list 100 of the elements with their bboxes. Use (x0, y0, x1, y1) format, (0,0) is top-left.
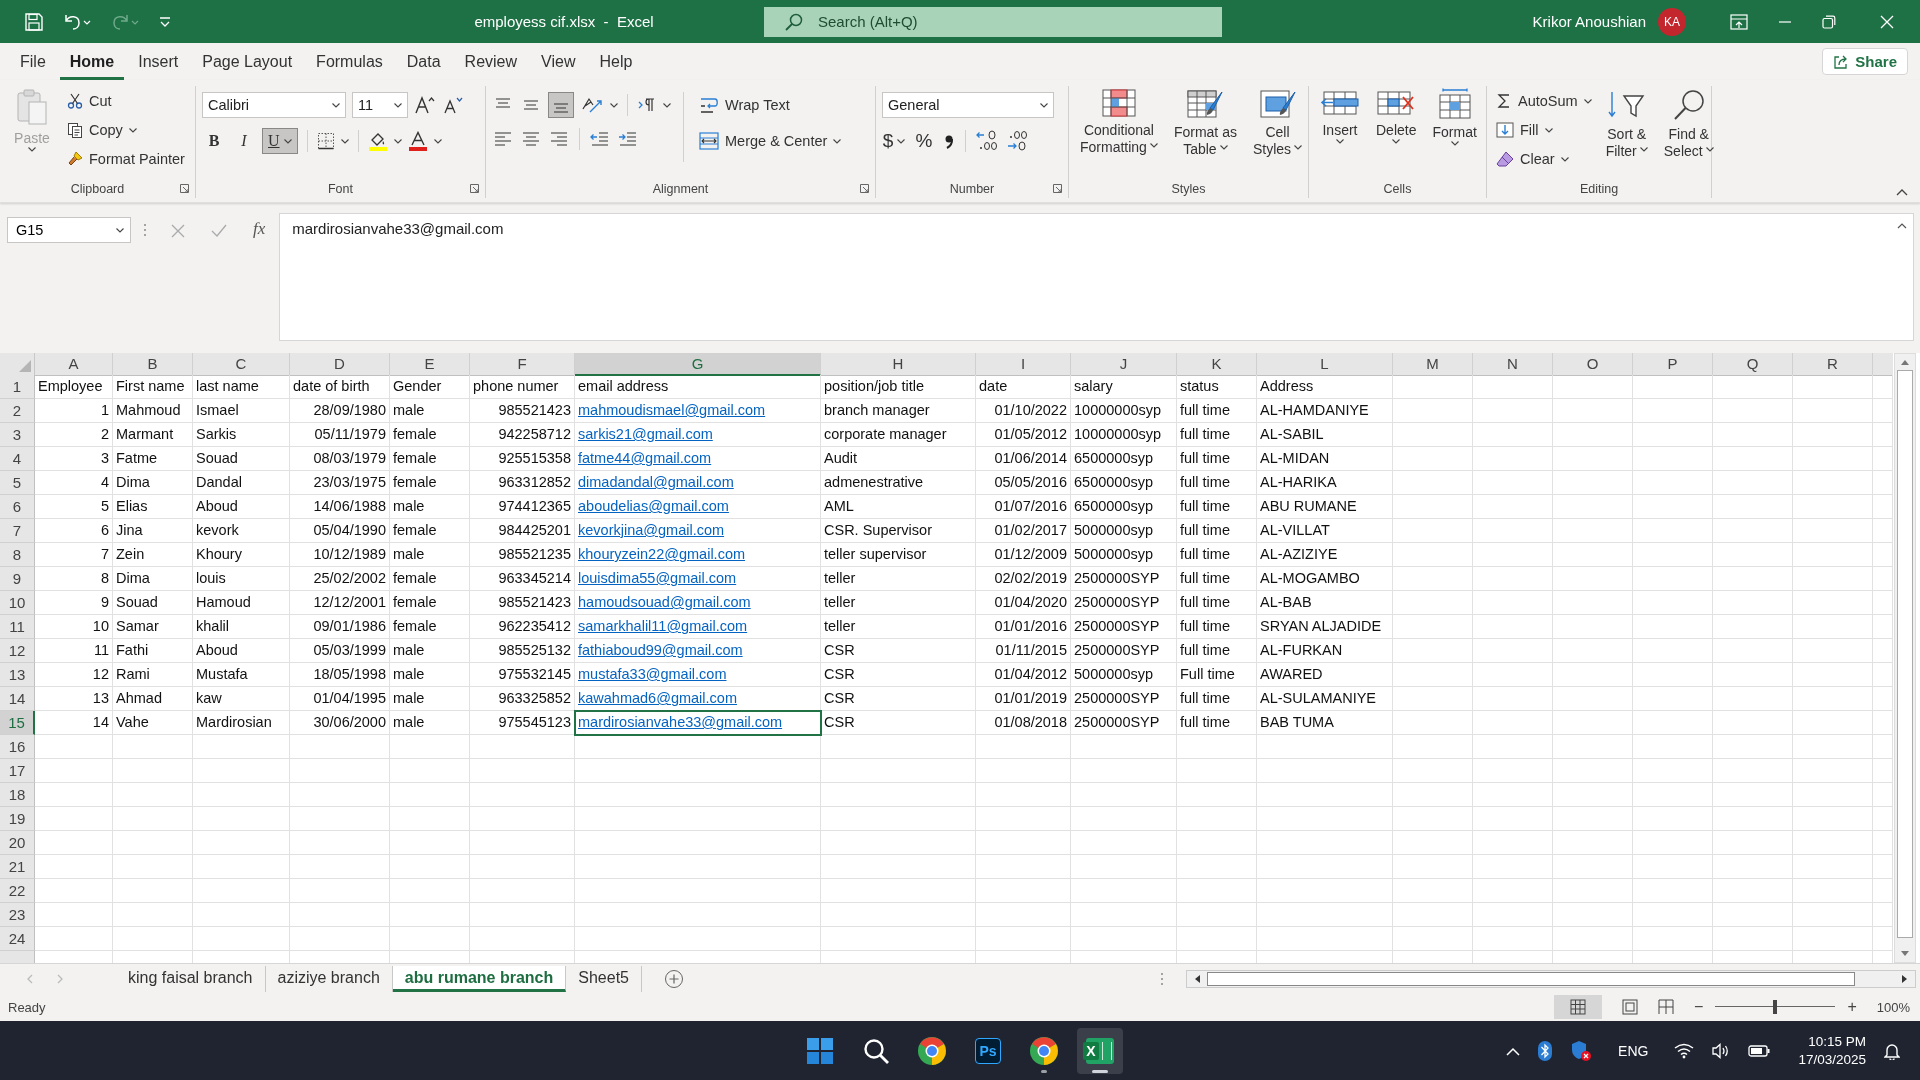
insert-function-button[interactable]: fx (253, 219, 266, 239)
email-link[interactable]: fathiaboud99@gmail.com (578, 642, 743, 658)
copy-button[interactable]: Copy (64, 117, 188, 143)
menu-tab[interactable]: Formulas (306, 46, 393, 80)
language-indicator[interactable]: ENG (1618, 1043, 1649, 1059)
increase-font-size-icon[interactable] (414, 95, 436, 115)
clock-date[interactable]: 17/03/2025 (1798, 1051, 1866, 1069)
page-break-icon[interactable] (1658, 999, 1675, 1015)
row-header[interactable]: 7 (0, 519, 35, 543)
row-header[interactable]: 5 (0, 471, 35, 495)
column-header[interactable]: I (976, 353, 1071, 376)
scroll-down-icon[interactable] (1900, 950, 1910, 958)
browser-icon[interactable] (1029, 1036, 1059, 1066)
text-direction-icon[interactable] (637, 96, 657, 114)
email-link[interactable]: kawahmad6@gmail.com (578, 690, 737, 706)
menu-tab[interactable]: Review (454, 46, 528, 80)
clear-button[interactable]: Clear (1493, 146, 1595, 172)
sheet-tab[interactable]: king faisal branch (116, 965, 266, 992)
name-box[interactable]: G15 (7, 217, 131, 243)
scroll-left-icon[interactable] (1193, 973, 1201, 984)
sheet-tab[interactable]: abu rumane branch (392, 965, 567, 992)
zoom-level[interactable]: 100% (1876, 999, 1910, 1015)
email-link[interactable]: fatme44@gmail.com (578, 450, 712, 466)
column-header[interactable]: P (1633, 353, 1713, 376)
email-link[interactable]: louisdima55@gmail.com (578, 570, 737, 586)
column-header[interactable]: E (390, 353, 470, 376)
row-header[interactable]: 10 (0, 591, 35, 615)
menu-tab[interactable]: Data (396, 46, 451, 80)
column-header[interactable]: C (193, 353, 290, 376)
find-select-button[interactable]: Find & Select (1658, 86, 1719, 162)
column-header[interactable]: J (1071, 353, 1177, 376)
column-header[interactable]: A (35, 353, 113, 376)
bold-button[interactable]: B (202, 128, 226, 154)
horizontal-scrollbar[interactable] (1186, 969, 1916, 988)
font-size-field[interactable]: 11 (352, 92, 408, 118)
menu-tab[interactable]: Home (59, 46, 125, 80)
column-header[interactable]: G (575, 353, 821, 376)
zoom-in-button[interactable]: + (1847, 998, 1857, 1016)
email-link[interactable]: dimadandal@gmail.com (578, 474, 734, 490)
browser-icon[interactable] (917, 1036, 947, 1066)
font-color-icon[interactable] (407, 131, 428, 151)
vertical-scrollbar[interactable] (1894, 353, 1916, 963)
menu-tab[interactable]: View (531, 46, 586, 80)
fill-button[interactable]: Fill (1493, 117, 1595, 143)
collapse-icon[interactable] (1897, 222, 1907, 229)
email-link[interactable]: mardirosianvahe33@gmail.com (578, 714, 783, 730)
cell-styles-button[interactable]: Cell Styles (1247, 86, 1308, 160)
chevron-up-icon[interactable] (1506, 1046, 1521, 1056)
underline-button[interactable]: U (262, 128, 298, 154)
format-as-table-button[interactable]: Format as Table (1168, 86, 1242, 160)
row-header[interactable]: 1 (0, 375, 35, 399)
zoom-out-button[interactable]: − (1694, 998, 1704, 1016)
scroll-up-icon[interactable] (1900, 358, 1910, 366)
column-header[interactable]: N (1473, 353, 1553, 376)
row-header[interactable]: 14 (0, 687, 35, 711)
collapse-ribbon-icon[interactable] (1896, 188, 1908, 196)
row-header[interactable]: 18 (0, 783, 35, 807)
conditional-formatting-button[interactable]: Conditional Formatting (1075, 86, 1163, 158)
clock-time[interactable]: 10:15 PM (1808, 1033, 1866, 1051)
row-header[interactable]: 19 (0, 807, 35, 831)
insert-button[interactable]: Insert (1315, 86, 1365, 150)
column-header[interactable]: R (1793, 353, 1873, 376)
borders-icon[interactable] (316, 132, 335, 150)
dialog-launcher-icon[interactable] (180, 184, 189, 193)
column-header[interactable]: F (470, 353, 575, 376)
delete-button[interactable]: Delete (1371, 86, 1422, 150)
menu-tab[interactable]: Insert (128, 46, 189, 80)
customize-icon[interactable] (158, 14, 172, 29)
column-header[interactable]: B (113, 353, 193, 376)
dialog-launcher-icon[interactable] (470, 184, 479, 193)
column-header[interactable]: Q (1713, 353, 1793, 376)
search-icon[interactable] (862, 1037, 890, 1065)
email-link[interactable]: khouryzein22@gmail.com (578, 546, 746, 562)
row-header[interactable]: 23 (0, 903, 35, 927)
row-header[interactable]: 8 (0, 543, 35, 567)
font-name-field[interactable]: Calibri (202, 92, 346, 118)
row-header[interactable]: 12 (0, 639, 35, 663)
column-header[interactable]: O (1553, 353, 1633, 376)
decrease-decimal-icon[interactable] (1005, 130, 1029, 152)
ribbon-display-icon[interactable] (1730, 13, 1748, 30)
user-avatar[interactable]: KA (1658, 7, 1686, 36)
dialog-launcher-icon[interactable] (1053, 184, 1062, 193)
email-link[interactable]: sarkis21@gmail.com (578, 426, 713, 442)
percent-button[interactable]: % (912, 128, 936, 154)
formula-field[interactable]: mardirosianvahe33@gmail.com (279, 213, 1914, 341)
format-painter-button[interactable]: Format Painter (64, 146, 188, 172)
decrease-font-size-icon[interactable] (442, 95, 464, 115)
menu-tab[interactable]: File (10, 46, 56, 80)
column-header[interactable]: D (290, 353, 390, 376)
row-header[interactable]: 17 (0, 759, 35, 783)
notification-bell-icon[interactable] (1884, 1042, 1900, 1060)
email-link[interactable]: kevorkjina@gmail.com (578, 522, 725, 538)
row-header[interactable]: 24 (0, 927, 35, 951)
row-header[interactable]: 4 (0, 447, 35, 471)
autosum-button[interactable]: AutoSum (1493, 88, 1595, 114)
close-icon[interactable] (1880, 14, 1894, 29)
volume-icon[interactable] (1712, 1043, 1731, 1059)
format-button[interactable]: Format (1427, 86, 1482, 152)
row-header[interactable]: 6 (0, 495, 35, 519)
row-header[interactable]: 9 (0, 567, 35, 591)
